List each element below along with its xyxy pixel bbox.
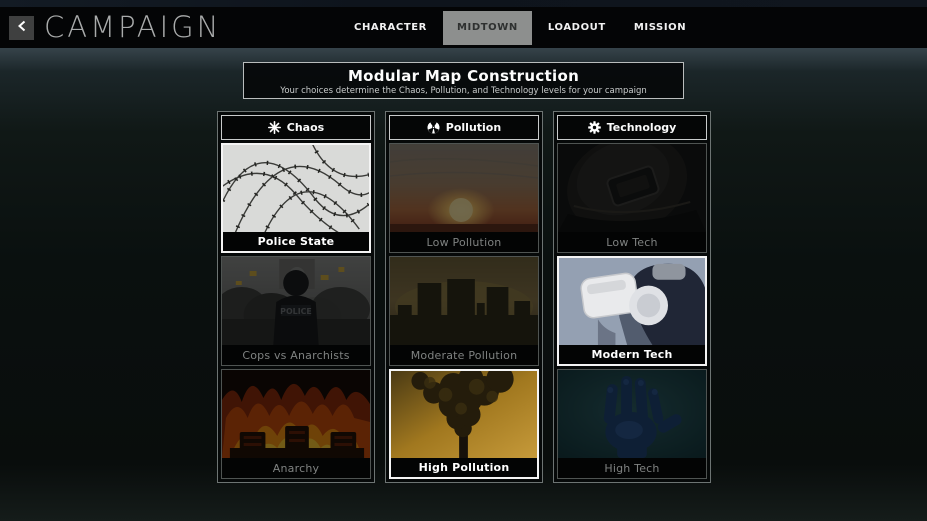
riot-police-image: POLICE — [222, 257, 370, 345]
option-moderate-pollution[interactable]: Moderate Pollution — [389, 256, 539, 366]
dim-overlay — [390, 144, 538, 232]
tab-midtown[interactable]: MIDTOWN — [442, 10, 532, 45]
option-label: Police State — [223, 232, 369, 251]
pollution-header: Pollution — [389, 115, 539, 140]
radiation-icon — [427, 121, 440, 134]
option-label: Moderate Pollution — [390, 345, 538, 365]
barbed-wire-image — [223, 145, 369, 232]
smokestack-image — [391, 371, 537, 458]
page-title: CAMPAIGN — [44, 10, 222, 44]
pollution-header-label: Pollution — [445, 121, 502, 134]
technology-column: Technology Low Tech Modern Tech High Tec… — [553, 111, 711, 483]
back-button[interactable] — [9, 15, 34, 40]
option-columns: Chaos Police State Cops vs Anarchists An… — [217, 111, 711, 483]
option-low-tech[interactable]: Low Tech — [557, 143, 707, 253]
main-area: Modular Map Construction Your choices de… — [0, 48, 927, 521]
dim-overlay — [558, 144, 706, 232]
technology-header: Technology — [557, 115, 707, 140]
dim-overlay — [390, 257, 538, 345]
starburst-icon — [267, 121, 281, 134]
nav-tabs: CHARACTER MIDTOWN LOADOUT MISSION — [340, 7, 700, 48]
option-cops-vs-anarchists[interactable]: POLICE Cops vs Anarchists — [221, 256, 371, 366]
option-modern-tech[interactable]: Modern Tech — [557, 256, 707, 366]
chaos-header: Chaos — [221, 115, 371, 140]
technology-header-label: Technology — [606, 121, 677, 134]
option-label: High Tech — [558, 458, 706, 478]
vr-headset-image — [559, 258, 705, 345]
option-anarchy[interactable]: Anarchy — [221, 369, 371, 479]
option-label: Low Tech — [558, 232, 706, 252]
chevron-left-icon — [17, 20, 27, 35]
gear-icon — [587, 121, 601, 134]
old-helmet-image — [558, 144, 706, 232]
campaign-screen: CAMPAIGN CHARACTER MIDTOWN LOADOUT MISSI… — [0, 0, 927, 521]
option-low-pollution[interactable]: Low Pollution — [389, 143, 539, 253]
option-label: High Pollution — [391, 458, 537, 477]
option-label: Low Pollution — [390, 232, 538, 252]
dim-overlay — [222, 257, 370, 345]
tab-mission[interactable]: MISSION — [620, 7, 700, 48]
pollution-column: Pollution Low Pollution Moderate Polluti… — [385, 111, 543, 483]
tab-loadout[interactable]: LOADOUT — [534, 7, 620, 48]
robotic-hand-image — [558, 370, 706, 458]
scene-strip — [0, 0, 927, 7]
option-high-pollution[interactable]: High Pollution — [389, 369, 539, 479]
tab-character[interactable]: CHARACTER — [340, 7, 441, 48]
construction-title: Modular Map Construction — [347, 67, 580, 85]
construction-subtitle: Your choices determine the Chaos, Pollut… — [280, 86, 647, 96]
burning-fire-image — [222, 370, 370, 458]
construction-header: Modular Map Construction Your choices de… — [243, 62, 684, 99]
chaos-column: Chaos Police State Cops vs Anarchists An… — [217, 111, 375, 483]
option-high-tech[interactable]: High Tech — [557, 369, 707, 479]
option-label: Modern Tech — [559, 345, 705, 364]
smog-skyline-image — [390, 257, 538, 345]
option-label: Cops vs Anarchists — [222, 345, 370, 365]
option-police-state[interactable]: Police State — [221, 143, 371, 253]
hazy-sunset-image — [390, 144, 538, 232]
option-label: Anarchy — [222, 458, 370, 478]
dim-overlay — [222, 370, 370, 458]
dim-overlay — [558, 370, 706, 458]
chaos-header-label: Chaos — [286, 121, 325, 134]
top-bar: CAMPAIGN CHARACTER MIDTOWN LOADOUT MISSI… — [0, 7, 927, 48]
